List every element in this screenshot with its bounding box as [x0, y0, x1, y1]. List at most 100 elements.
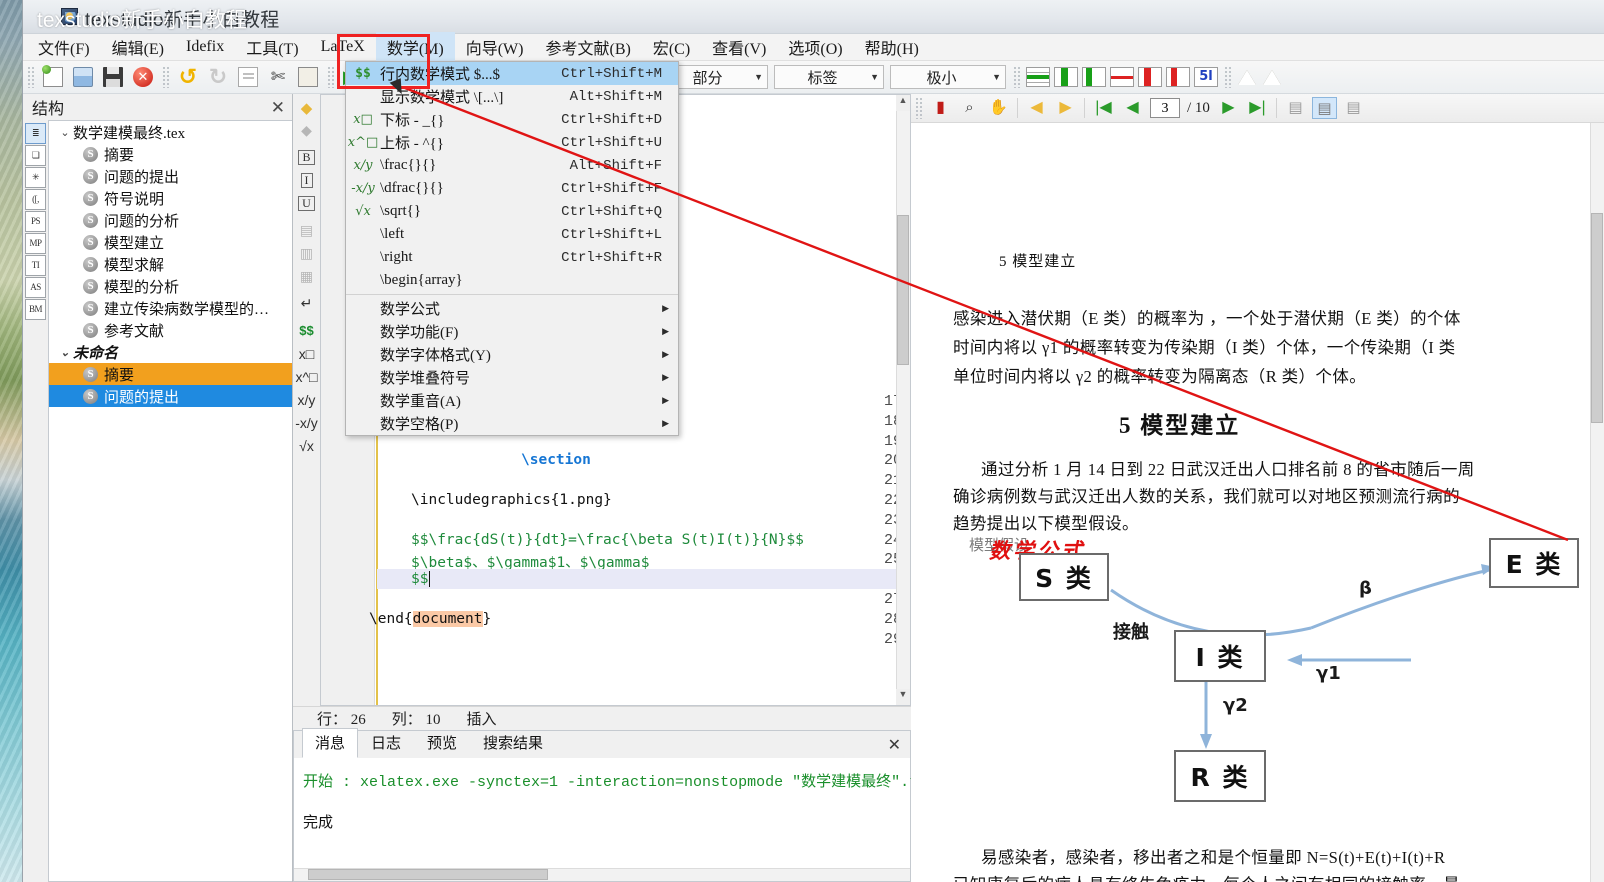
menu-item-5[interactable]: 数学(M)	[375, 31, 455, 63]
italic-icon[interactable]: I	[293, 169, 320, 192]
dfrac-icon[interactable]: -x/y	[293, 411, 320, 434]
menu-item-6[interactable]: 向导(W)	[455, 32, 535, 63]
close-icon[interactable]: ✕	[888, 735, 901, 755]
code-line-22[interactable]: \includegraphics{1.png}	[411, 492, 612, 508]
inline-math-icon[interactable]: $$	[293, 319, 320, 342]
math-menu-item-2[interactable]: x□ 下标 - _{} Ctrl+Shift+D	[346, 108, 678, 131]
hand-tool-icon[interactable]: ✋	[986, 97, 1011, 119]
subscript-icon[interactable]: x□	[293, 342, 320, 365]
menu-item-9[interactable]: 查看(V)	[701, 32, 777, 63]
align-left-icon[interactable]: ▤	[293, 219, 320, 242]
search-icon[interactable]: ⌕	[957, 97, 982, 119]
insert-column-icon[interactable]	[1054, 67, 1078, 87]
forward-icon[interactable]: ▶	[1053, 97, 1078, 119]
frac-icon[interactable]: x/y	[293, 388, 320, 411]
menu-item-11[interactable]: 帮助(H)	[854, 32, 930, 63]
menu-item-2[interactable]: Idefix	[175, 35, 235, 60]
message-tab-1[interactable]: 日志	[358, 728, 414, 758]
single-page-icon[interactable]: ▤	[1283, 97, 1308, 119]
math-menu-item-3[interactable]: x^□ 上标 - ^{} Ctrl+Shift+U	[346, 131, 678, 154]
bookmark-diamond-gray-icon[interactable]: ◆	[293, 119, 320, 142]
toolbar-grip-2[interactable]	[162, 66, 169, 88]
new-document-button[interactable]	[39, 64, 67, 90]
structure-item-12[interactable]: S 问题的提出	[49, 385, 292, 407]
scroll-down-icon[interactable]: ▼	[896, 689, 910, 705]
cut-button[interactable]: ✄	[264, 64, 292, 90]
math-menu-item-8[interactable]: \right Ctrl+Shift+R	[346, 246, 678, 269]
align-right-icon[interactable]: ▦	[293, 265, 320, 288]
next-page-icon[interactable]: ▶	[1216, 97, 1241, 119]
menu-item-0[interactable]: 文件(F)	[27, 32, 101, 63]
structure-item-5[interactable]: S 模型建立	[49, 231, 292, 253]
scroll-up-icon[interactable]: ▲	[896, 95, 910, 111]
newline-icon[interactable]: ↵	[293, 292, 320, 315]
structure-item-2[interactable]: S 问题的提出	[49, 165, 292, 187]
merge-cells-icon[interactable]: 5l	[1194, 67, 1218, 87]
editor-scroll-thumb[interactable]	[897, 215, 909, 365]
ti-view[interactable]: TI	[25, 255, 46, 276]
code-line-24[interactable]: $$\frac{dS(t)}{dt}=\frac{\beta S(t)I(t)}…	[411, 532, 804, 548]
message-tab-2[interactable]: 预览	[414, 728, 470, 758]
chevron-down-icon[interactable]: ⌄	[57, 346, 73, 359]
close-document-button[interactable]	[129, 64, 157, 90]
message-tab-0[interactable]: 消息	[302, 728, 359, 758]
structure-view[interactable]: ≣	[25, 123, 46, 144]
as-view[interactable]: AS	[25, 277, 46, 298]
menu-item-4[interactable]: LaTeX	[310, 35, 376, 60]
math-menu-item-11[interactable]: 数学功能(F) ▶	[346, 320, 678, 343]
structure-item-1[interactable]: S 摘要	[49, 143, 292, 165]
toolbar-grip-5[interactable]	[1013, 66, 1020, 88]
math-menu-item-7[interactable]: \left Ctrl+Shift+L	[346, 223, 678, 246]
structure-item-6[interactable]: S 模型求解	[49, 253, 292, 275]
math-menu-item-4[interactable]: x/y \frac{}{} Alt+Shift+F	[346, 154, 678, 177]
structure-item-8[interactable]: S 建立传染病数学模型的…	[49, 297, 292, 319]
bookmark-diamond-icon[interactable]: ◆	[293, 96, 320, 119]
code-line-28[interactable]: \end{document}	[369, 610, 491, 627]
messages-scroll-thumb[interactable]	[308, 869, 548, 880]
structure-item-9[interactable]: S 参考文献	[49, 319, 292, 341]
editor-vertical-scrollbar[interactable]: ▲ ▼	[896, 95, 910, 705]
ps-view[interactable]: PS	[25, 211, 46, 232]
structure-item-3[interactable]: S 符号说明	[49, 187, 292, 209]
continuous-page-icon[interactable]: ▤	[1311, 97, 1337, 119]
save-document-button[interactable]	[99, 64, 127, 90]
math-menu-item-15[interactable]: 数学空格(P) ▶	[346, 412, 678, 435]
two-page-icon[interactable]: ▤	[1341, 97, 1366, 119]
chevron-down-icon[interactable]: ⌄	[57, 126, 73, 139]
structure-item-11[interactable]: S 摘要	[49, 363, 292, 385]
pdf-scroll-thumb[interactable]	[1591, 213, 1603, 423]
warning-triangle-alt-icon[interactable]	[1263, 69, 1282, 86]
last-page-icon[interactable]: ▶|	[1245, 97, 1270, 119]
pdf-toolbar-grip[interactable]	[915, 97, 922, 119]
undo-button[interactable]: ↺	[174, 64, 202, 90]
structure-item-7[interactable]: S 模型的分析	[49, 275, 292, 297]
structure-item-0[interactable]: ⌄ 数学建模最终.tex	[49, 121, 292, 143]
back-icon[interactable]: ◀	[1024, 97, 1049, 119]
warning-triangle-icon[interactable]	[1238, 69, 1257, 86]
math-menu-item-9[interactable]: \begin{array}	[346, 269, 678, 292]
prev-page-icon[interactable]: ◀	[1120, 97, 1145, 119]
pdf-vertical-scrollbar[interactable]	[1590, 123, 1604, 882]
underline-icon[interactable]: U	[293, 192, 320, 215]
bold-icon[interactable]: B	[293, 146, 320, 169]
pdf-page[interactable]: 5 模型建立 感染进入潜伏期（E 类）的概率为 ，一个处于潜伏期（E 类）的个体…	[911, 123, 1604, 882]
remove-cell-icon[interactable]	[1166, 67, 1190, 87]
brackets-view[interactable]: ([,	[25, 189, 46, 210]
delete-row-icon[interactable]	[1110, 67, 1134, 87]
sqrt-icon[interactable]: √x	[293, 434, 320, 457]
math-menu-item-14[interactable]: 数学重音(A) ▶	[346, 389, 678, 412]
pdf-app-icon[interactable]: ▮	[928, 97, 953, 119]
math-menu-item-10[interactable]: 数学公式 ▶	[346, 297, 678, 320]
math-menu-item-5[interactable]: -x/y \dfrac{}{} Ctrl+Shift+F	[346, 177, 678, 200]
symbols-view[interactable]: ✳	[25, 167, 46, 188]
math-menu-item-6[interactable]: √x \sqrt{} Ctrl+Shift+Q	[346, 200, 678, 223]
message-tab-3[interactable]: 搜索结果	[470, 728, 556, 758]
label-select-combo[interactable]: 标签 ▼	[774, 65, 884, 89]
font-size-combo[interactable]: 极小 ▼	[890, 65, 1006, 89]
align-center-icon[interactable]: ▥	[293, 242, 320, 265]
messages-horizontal-scrollbar[interactable]	[294, 868, 910, 881]
first-page-icon[interactable]: |◀	[1091, 97, 1116, 119]
code-line-20[interactable]: \section	[521, 452, 591, 468]
bookmarks-view[interactable]: ❏	[25, 145, 46, 166]
structure-tree[interactable]: ⌄ 数学建模最终.tex S 摘要 S 问题的提出 S 符号说明 S 问题的分析 S 模型建立 S 模型求…	[48, 120, 292, 882]
